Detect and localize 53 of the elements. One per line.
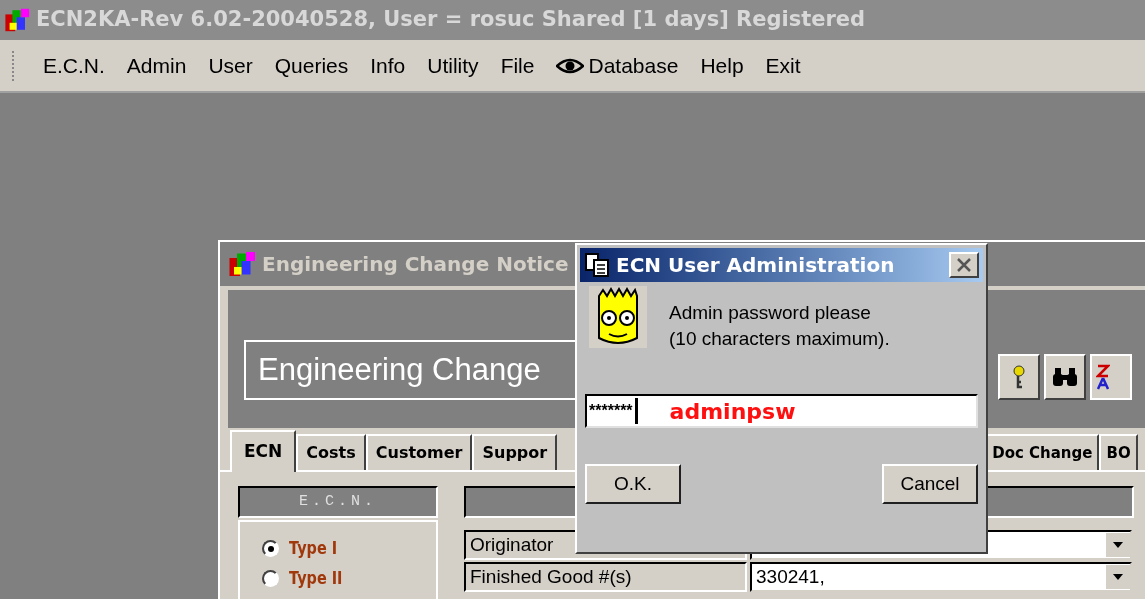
eye-icon — [556, 56, 585, 75]
window-title: ECN2KA-Rev 6.02-20040528, User = rosuc Shared [1 days] Registered — [36, 6, 866, 34]
type-radio[interactable]: Type I — [262, 536, 436, 562]
tab[interactable]: Customer — [365, 434, 473, 470]
dropdown-button[interactable] — [1106, 533, 1130, 557]
menu-item[interactable]: Help — [689, 49, 755, 82]
combo-box[interactable]: 330241, — [750, 562, 1132, 592]
password-value: ******* — [588, 403, 634, 419]
field-label: Finished Good #(s) — [464, 562, 747, 592]
menu-item[interactable]: Exit — [754, 49, 812, 82]
clipboard-icon — [584, 252, 612, 278]
menu-item[interactable]: User — [197, 49, 264, 82]
dialog-title: ECN User Administration — [616, 252, 896, 279]
ecn-panel-title: E.C.N. — [299, 491, 377, 512]
radio-button[interactable] — [262, 540, 279, 558]
menu-item[interactable]: Info — [359, 49, 417, 82]
dropdown-button[interactable] — [1106, 565, 1130, 589]
binoculars-button[interactable] — [1044, 354, 1086, 400]
dialog-button[interactable]: O.K. — [585, 464, 681, 504]
menu-item[interactable]: Admin — [115, 49, 198, 82]
radio-button[interactable] — [262, 569, 279, 587]
header-title: Engineering Change — [258, 350, 541, 389]
type-radio[interactable]: Type II — [262, 565, 436, 591]
menu-item[interactable]: E.C.N. — [32, 49, 116, 82]
sort-icon — [1096, 364, 1110, 390]
sort-button[interactable] — [1090, 354, 1132, 400]
caret-icon — [1113, 574, 1123, 580]
close-button[interactable] — [949, 252, 979, 278]
key-icon — [1012, 365, 1026, 389]
password-field[interactable]: ******* adminpsw — [585, 394, 978, 428]
close-icon — [957, 258, 971, 272]
tab[interactable]: BO — [1099, 434, 1138, 470]
menu-item[interactable]: Database — [545, 49, 690, 82]
cartoon-face-icon — [589, 286, 647, 348]
menu-item[interactable]: Utility — [416, 49, 490, 82]
binoculars-icon — [1052, 367, 1078, 387]
menu-item[interactable]: File — [489, 49, 546, 82]
tab[interactable]: Suppor — [472, 434, 558, 470]
tab[interactable]: Costs — [296, 434, 366, 470]
ecn-window-title: Engineering Change Notice — [262, 251, 569, 278]
password-annotation: adminpsw — [669, 397, 796, 426]
caret-icon — [1113, 542, 1123, 548]
text-cursor — [634, 398, 638, 424]
grip-handle[interactable] — [12, 50, 16, 81]
app-icon — [228, 249, 258, 279]
dialog-button[interactable]: Cancel — [882, 464, 978, 504]
key-button[interactable] — [998, 354, 1040, 400]
dialog-message: Admin password please — [669, 301, 872, 325]
app-icon — [4, 6, 32, 34]
dialog-message: (10 characters maximum). — [669, 327, 890, 351]
menu-item[interactable]: Queries — [263, 49, 360, 82]
tab[interactable]: ECN — [230, 430, 297, 472]
tab[interactable]: Doc Change — [985, 434, 1100, 470]
